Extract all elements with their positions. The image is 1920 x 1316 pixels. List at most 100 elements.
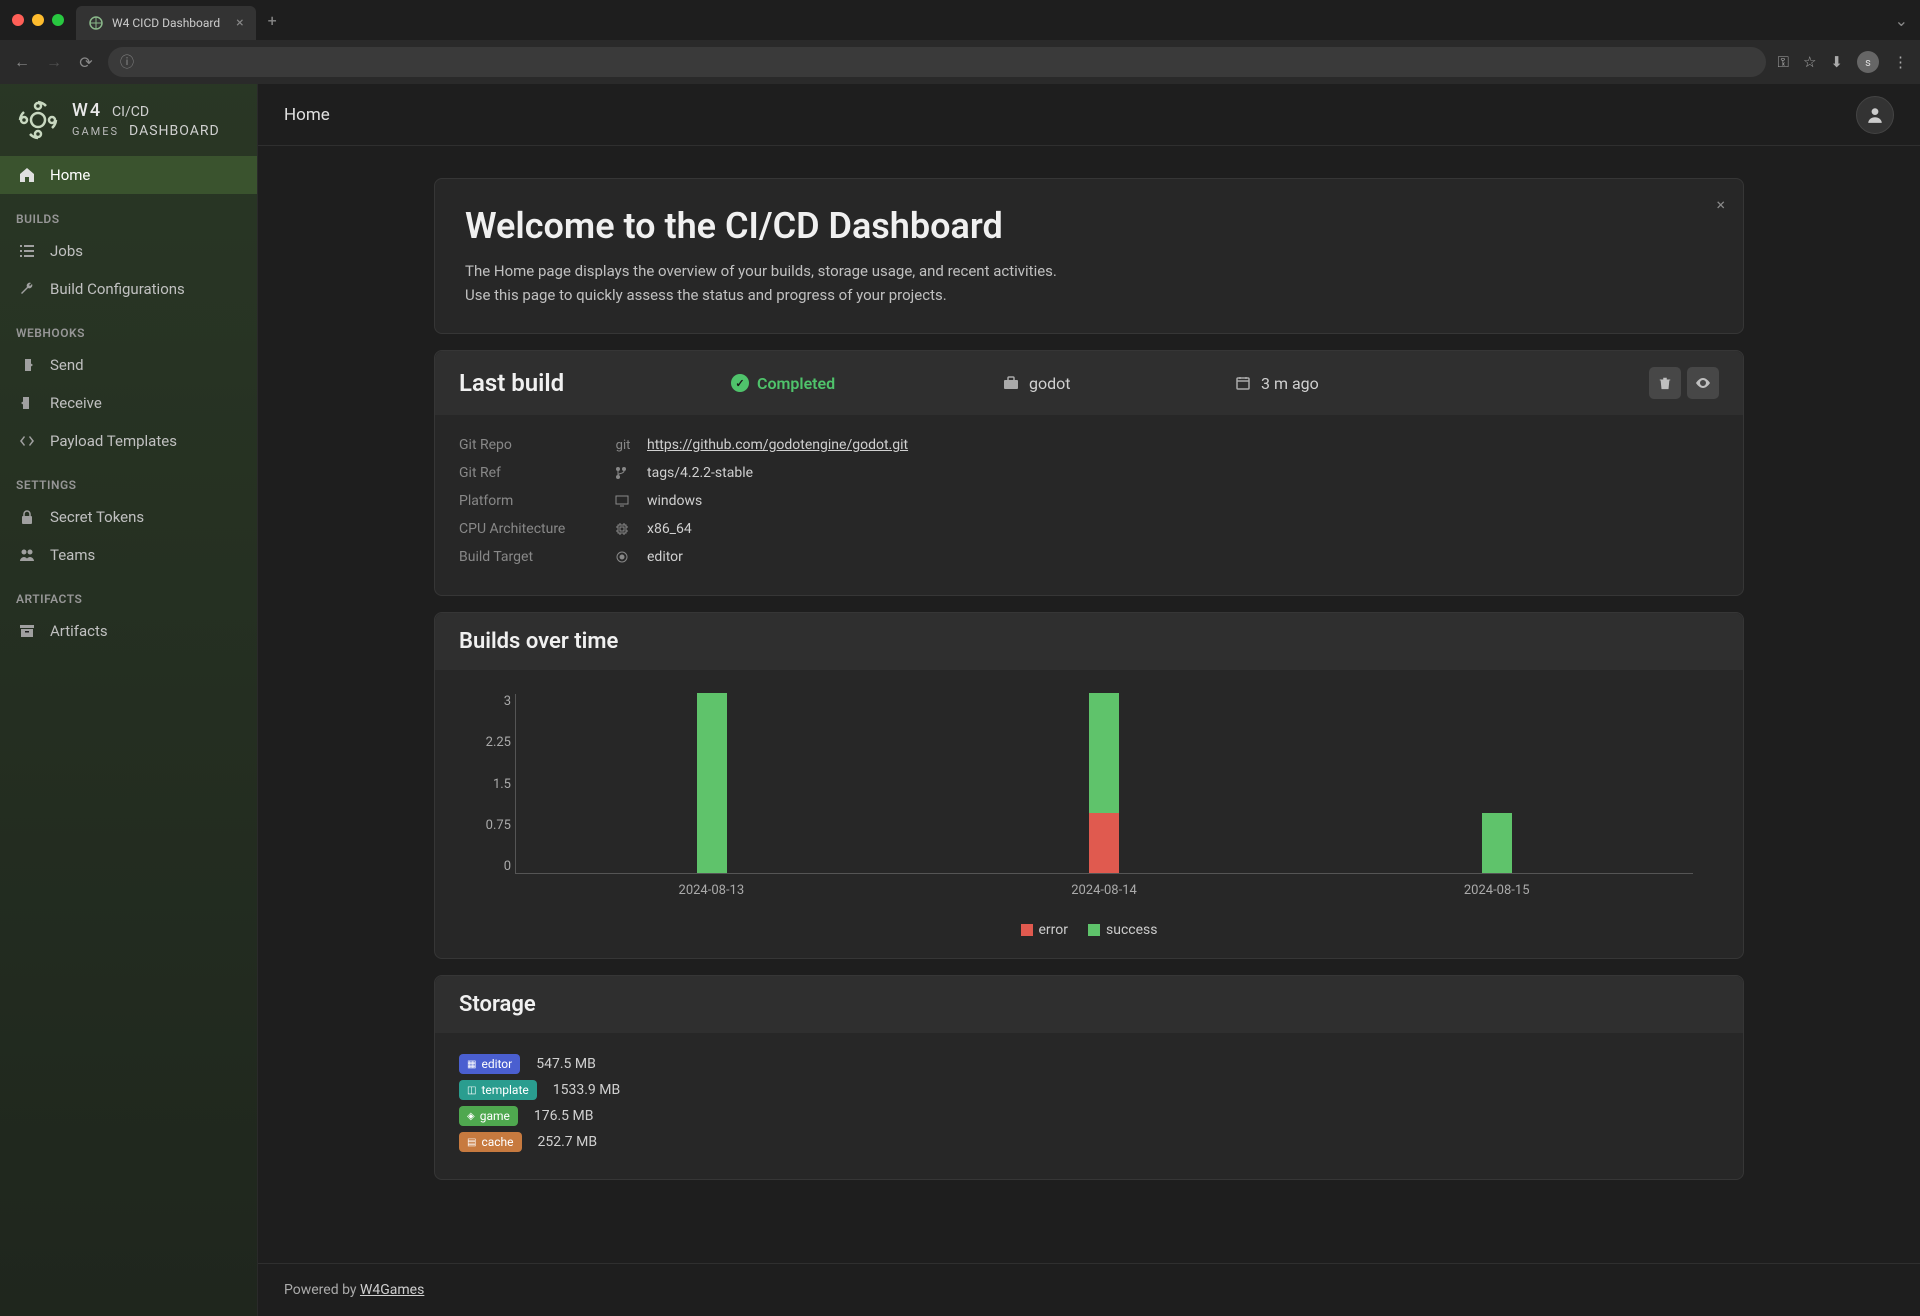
- ytick: 2.25: [486, 735, 511, 750]
- reload-button[interactable]: ⟳: [76, 53, 96, 72]
- storage-tag-editor: ▦editor: [459, 1054, 520, 1074]
- content: × Welcome to the CI/CD Dashboard The Hom…: [258, 146, 1920, 1263]
- lastbuild-status: ✓ Completed: [731, 374, 991, 393]
- detail-value: https://github.com/godotengine/godot.git: [647, 437, 908, 453]
- sidebar-label: Build Configurations: [50, 280, 185, 298]
- url-bar[interactable]: ⓘ: [108, 47, 1766, 77]
- close-window-button[interactable]: [12, 14, 24, 26]
- sidebar-item-artifacts[interactable]: Artifacts: [0, 612, 257, 650]
- back-button[interactable]: ←: [12, 52, 32, 72]
- sidebar-item-secret-tokens[interactable]: Secret Tokens: [0, 498, 257, 536]
- logo-text: W4 CI/CD GAMES DASHBOARD: [72, 101, 220, 139]
- legend-label: success: [1106, 922, 1157, 938]
- sidebar-heading: SETTINGS: [0, 464, 257, 498]
- app-root: W4 CI/CD GAMES DASHBOARD Home BUILDS Job…: [0, 84, 1920, 1316]
- lastbuild-card: Last build ✓ Completed godot 3 m ago: [434, 350, 1744, 596]
- bar-stack: [1089, 693, 1119, 873]
- detail-label: Build Target: [459, 549, 599, 565]
- maximize-window-button[interactable]: [52, 14, 64, 26]
- site-info-icon[interactable]: ⓘ: [120, 52, 134, 72]
- receive-icon: [18, 394, 36, 412]
- content-inner: × Welcome to the CI/CD Dashboard The Hom…: [434, 178, 1744, 1196]
- wrench-icon: [18, 280, 36, 298]
- detail-value: windows: [647, 493, 702, 509]
- lastbuild-header: Last build ✓ Completed godot 3 m ago: [435, 351, 1743, 415]
- sidebar-item-build-configs[interactable]: Build Configurations: [0, 270, 257, 308]
- tabs-dropdown-icon[interactable]: ⌄: [1895, 11, 1908, 30]
- calendar-icon: [1235, 375, 1251, 391]
- downloads-icon[interactable]: ⬇: [1830, 53, 1843, 71]
- sidebar-item-receive[interactable]: Receive: [0, 384, 257, 422]
- welcome-p1: The Home page displays the overview of y…: [465, 259, 1713, 283]
- logo-icon: [16, 98, 60, 142]
- password-icon[interactable]: ⚿: [1778, 53, 1789, 71]
- bar-segment-success: [697, 693, 727, 873]
- logo-brand: W4: [72, 100, 102, 121]
- detail-label: CPU Architecture: [459, 521, 599, 537]
- sidebar-label: Payload Templates: [50, 432, 177, 450]
- sidebar-section-webhooks: WEBHOOKS Send Receive Payload Templates: [0, 312, 257, 460]
- editor-tag-icon: ▦: [467, 1059, 476, 1070]
- sidebar-section-settings: SETTINGS Secret Tokens Teams: [0, 464, 257, 574]
- minimize-window-button[interactable]: [32, 14, 44, 26]
- sidebar-heading: WEBHOOKS: [0, 312, 257, 346]
- detail-row-platform: Platform windows: [459, 487, 1719, 515]
- xtick: 2024-08-14: [908, 883, 1301, 898]
- new-tab-button[interactable]: +: [268, 11, 277, 30]
- sidebar-item-send[interactable]: Send: [0, 346, 257, 384]
- bookmark-icon[interactable]: ☆: [1803, 53, 1816, 71]
- sidebar-item-teams[interactable]: Teams: [0, 536, 257, 574]
- checkmark-icon: ✓: [731, 374, 749, 392]
- chart-plot: [515, 694, 1693, 874]
- detail-row-repo: Git Repo git https://github.com/godoteng…: [459, 431, 1719, 459]
- sidebar-heading: ARTIFACTS: [0, 578, 257, 612]
- menu-icon[interactable]: ⋮: [1893, 53, 1908, 71]
- profile-avatar[interactable]: s: [1857, 51, 1879, 73]
- chart-xaxis: 2024-08-132024-08-142024-08-15: [515, 883, 1693, 898]
- send-icon: [18, 356, 36, 374]
- storage-title: Storage: [435, 976, 1743, 1033]
- welcome-title: Welcome to the CI/CD Dashboard: [465, 205, 1713, 247]
- detail-row-ref: Git Ref tags/4.2.2-stable: [459, 459, 1719, 487]
- lastbuild-time: 3 m ago: [1235, 374, 1637, 393]
- tab-close-icon[interactable]: ×: [236, 15, 243, 31]
- storage-value: 547.5 MB: [536, 1056, 596, 1072]
- browser-tab[interactable]: W4 CICD Dashboard ×: [76, 6, 256, 40]
- repo-link[interactable]: https://github.com/godotengine/godot.git: [647, 437, 908, 453]
- lastbuild-project: godot: [1003, 374, 1223, 393]
- tab-title: W4 CICD Dashboard: [112, 16, 220, 30]
- monitor-icon: [615, 495, 631, 507]
- bar-segment-error: [1089, 813, 1119, 873]
- sidebar: W4 CI/CD GAMES DASHBOARD Home BUILDS Job…: [0, 84, 258, 1316]
- logo-block[interactable]: W4 CI/CD GAMES DASHBOARD: [0, 84, 257, 156]
- storage-body: ▦editor547.5 MB◫template1533.9 MB◈game17…: [435, 1033, 1743, 1179]
- trash-icon: [1658, 376, 1672, 390]
- logo-product-line1: CI/CD: [112, 104, 149, 120]
- close-icon[interactable]: ×: [1716, 195, 1725, 214]
- delete-button[interactable]: [1649, 367, 1681, 399]
- sidebar-item-payload-templates[interactable]: Payload Templates: [0, 422, 257, 460]
- toolbar-right: ⚿ ☆ ⬇ s ⋮: [1778, 51, 1908, 73]
- legend-swatch-icon: [1021, 924, 1033, 936]
- storage-tag-template: ◫template: [459, 1080, 537, 1100]
- storage-value: 176.5 MB: [534, 1108, 594, 1124]
- storage-row: ▦editor 547.5 MB: [459, 1051, 1719, 1077]
- bar-group: [1301, 694, 1693, 873]
- browser-chrome: W4 CICD Dashboard × + ⌄ ← → ⟳ ⓘ ⚿ ☆ ⬇ s …: [0, 0, 1920, 84]
- detail-value: editor: [647, 549, 683, 565]
- eye-icon: [1695, 375, 1711, 391]
- sidebar-item-jobs[interactable]: Jobs: [0, 232, 257, 270]
- user-menu-button[interactable]: [1856, 96, 1894, 134]
- view-button[interactable]: [1687, 367, 1719, 399]
- browser-toolbar: ← → ⟳ ⓘ ⚿ ☆ ⬇ s ⋮: [0, 40, 1920, 84]
- footer-link[interactable]: W4Games: [360, 1282, 424, 1298]
- footer-prefix: Powered by: [284, 1282, 360, 1298]
- tag-label: template: [481, 1083, 528, 1097]
- forward-button[interactable]: →: [44, 52, 64, 72]
- breadcrumb: Home: [284, 105, 330, 125]
- sidebar-item-home[interactable]: Home: [0, 156, 257, 194]
- storage-tag-cache: ▤cache: [459, 1132, 522, 1152]
- legend-item-error: error: [1021, 922, 1069, 938]
- sidebar-heading: BUILDS: [0, 198, 257, 232]
- team-icon: [18, 546, 36, 564]
